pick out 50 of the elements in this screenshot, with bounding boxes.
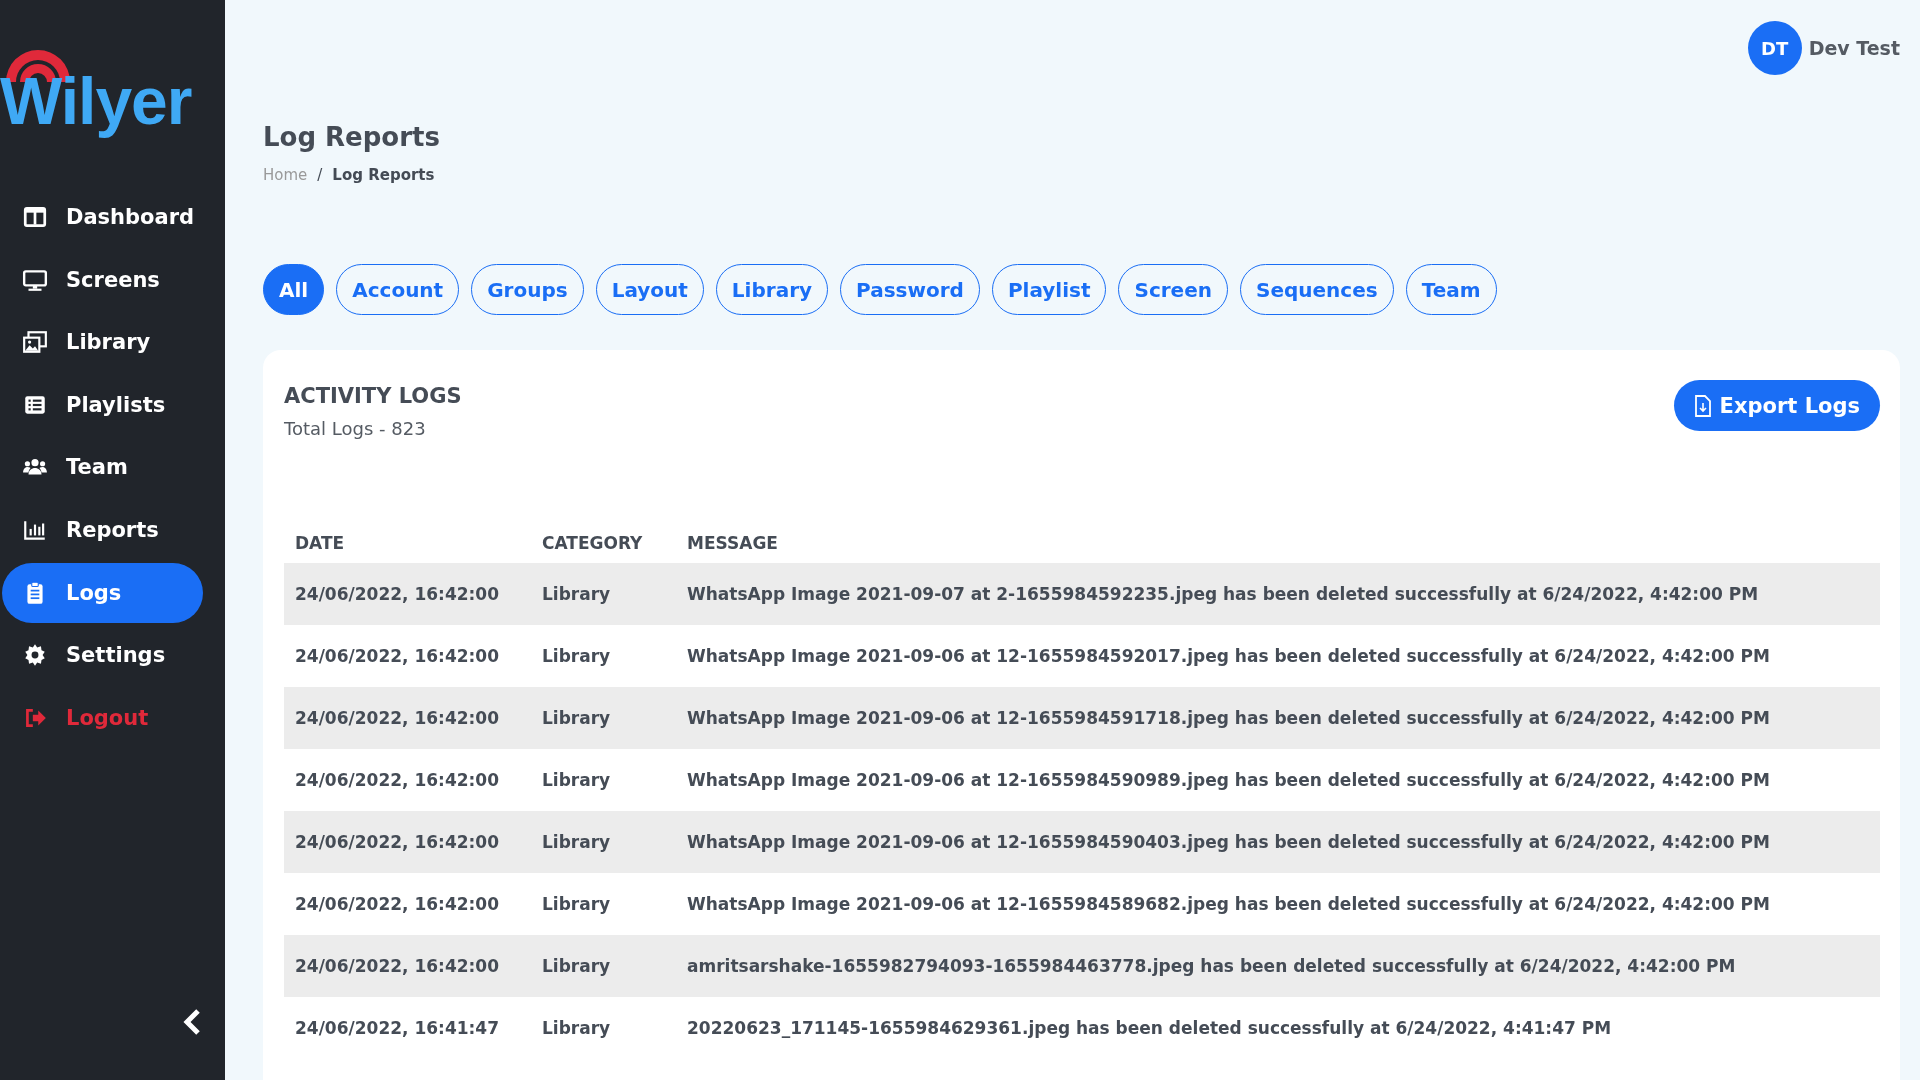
table-cell: 24/06/2022, 16:42:00 (284, 563, 531, 625)
nav-item[interactable]: Logs (2, 562, 203, 623)
table-cell: WhatsApp Image 2021-09-07 at 2-1655984592235.jpeg has been deleted successfully at 6/24/2022, 4:42:00 PM (676, 563, 1880, 625)
table-cell: Library (531, 811, 676, 873)
table-cell: WhatsApp Image 2021-09-06 at 12-1655984591718.jpeg has been deleted successfully at 6/24/2022, 4:42:00 PM (676, 687, 1880, 749)
columns-icon (22, 204, 48, 230)
nav-item[interactable]: Dashboard (0, 193, 203, 241)
breadcrumb-current: Log Reports (332, 166, 435, 184)
nav-item[interactable]: Screens (0, 255, 203, 304)
table-cell: 20220623_171145-1655984629361.jpeg has been deleted successfully at 6/24/2022, 4:41:47 PM (676, 997, 1880, 1059)
user-name: Dev Test (1808, 37, 1900, 59)
table-cell: WhatsApp Image 2021-09-06 at 12-1655984590403.jpeg has been deleted successfully at 6/24/2022, 4:42:00 PM (676, 811, 1880, 873)
breadcrumb-separator: / (317, 166, 323, 184)
table-cell: 24/06/2022, 16:42:00 (284, 873, 531, 935)
table-cell: Library (531, 625, 676, 687)
total-logs-count: Total Logs - 823 (284, 418, 427, 439)
table-cell: Library (531, 687, 676, 749)
table-cell: 24/06/2022, 16:42:00 (284, 749, 531, 811)
chevron-left-icon[interactable] (182, 1008, 202, 1036)
table-cell: Library (531, 935, 676, 997)
nav-item[interactable]: Reports (0, 505, 203, 554)
nav-item[interactable]: Settings (0, 631, 203, 680)
nav-item[interactable]: Library (0, 318, 203, 367)
export-logs-button[interactable]: Export Logs (1673, 380, 1880, 431)
table-cell: WhatsApp Image 2021-09-06 at 12-1655984589682.jpeg has been deleted successfully at 6/24/2022, 4:42:00 PM (676, 873, 1880, 935)
page-title: Log Reports (263, 122, 441, 152)
column-header: DATE (284, 523, 531, 563)
table-cell: Library (531, 873, 676, 935)
table-cell: 24/06/2022, 16:41:47 (284, 997, 531, 1059)
images-icon (22, 329, 48, 356)
file-download-icon (1693, 394, 1712, 417)
nav-item[interactable]: Playlists (0, 380, 203, 429)
logout-link[interactable]: Logout (0, 693, 203, 742)
breadcrumb-link[interactable]: Home (263, 166, 308, 184)
table-cell: WhatsApp Image 2021-09-06 at 12-1655984592017.jpeg has been deleted successfully at 6/24/2022, 4:42:00 PM (676, 625, 1880, 687)
column-header: CATEGORY (531, 523, 676, 563)
table-cell: 24/06/2022, 16:42:00 (284, 935, 531, 997)
user-avatar[interactable]: DT (1747, 21, 1802, 75)
column-header: MESSAGE (676, 523, 1880, 563)
table-cell: WhatsApp Image 2021-09-06 at 12-1655984590989.jpeg has been deleted successfully at 6/24/2022, 4:42:00 PM (676, 749, 1880, 811)
card-title: ACTIVITY LOGS (284, 384, 462, 408)
table-cell: 24/06/2022, 16:42:00 (284, 811, 531, 873)
table-cell: Library (531, 563, 676, 625)
table-cell: 24/06/2022, 16:42:00 (284, 687, 531, 749)
table-cell: Library (531, 749, 676, 811)
table-cell: amritsarshake-1655982794093-1655984463778.jpeg has been deleted successfully at 6/24/2022, 4:42:00 PM (676, 935, 1880, 997)
filter-tab[interactable]: All (263, 264, 325, 315)
nav-item[interactable]: Team (0, 443, 203, 492)
table-cell: Library (531, 997, 676, 1059)
table-cell: 24/06/2022, 16:42:00 (284, 625, 531, 687)
